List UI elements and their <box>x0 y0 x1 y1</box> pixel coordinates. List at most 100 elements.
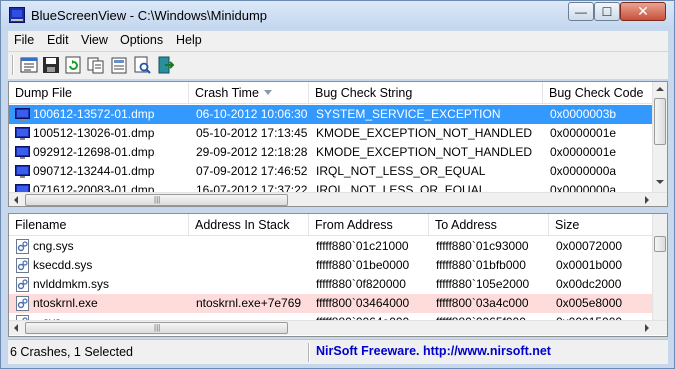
filename-cell: cng.sys <box>33 239 74 253</box>
module-list-hscroll-thumb[interactable]: ||| <box>25 322 288 334</box>
crash-row[interactable]: 090712-13244-01.dmp 07-09-2012 17:46:52 IR… <box>9 162 654 181</box>
crash-row[interactable]: 100612-13572-01.dmp 06-10-2012 10:06:30 SY… <box>9 105 654 124</box>
bug-check-code-cell: 0x0000001e <box>550 126 617 140</box>
dump-file-icon <box>15 165 30 178</box>
minimize-button[interactable]: — <box>568 2 594 21</box>
menu-edit[interactable]: Edit <box>47 33 69 47</box>
filename-cell: nvlddmkm.sys <box>33 277 110 291</box>
address-in-stack-cell <box>196 237 308 256</box>
module-list-header: Filename Address In Stack From Address T… <box>9 214 654 236</box>
module-list-vertical-scrollbar[interactable] <box>652 214 667 322</box>
title-bar[interactable]: BlueScreenView - C:\Windows\Minidump — ☐… <box>1 1 674 29</box>
size-cell: 0x00072000 <box>556 239 623 253</box>
properties-icon[interactable] <box>19 55 39 75</box>
window-title: BlueScreenView - C:\Windows\Minidump <box>31 8 268 23</box>
module-row[interactable]: cng.sys fffff880`01c21000 fffff880`01c9300… <box>9 237 654 256</box>
column-dump-file[interactable]: Dump File <box>9 82 189 104</box>
module-list[interactable]: Filename Address In Stack From Address T… <box>8 213 668 337</box>
module-row[interactable]: ksecdd.sys fffff880`01be0000 fffff880`01bf… <box>9 256 654 275</box>
from-address-cell: fffff880`0f820000 <box>316 277 406 291</box>
status-divider <box>308 343 310 362</box>
html-report-icon[interactable] <box>109 55 129 75</box>
toolbar <box>8 51 668 79</box>
filename-cell: ksecdd.sys <box>33 258 93 272</box>
menu-options[interactable]: Options <box>120 33 163 47</box>
driver-file-icon <box>16 296 29 311</box>
module-row[interactable]: ntoskrnl.exe ntoskrnl.exe+7e769 fffff800`0… <box>9 294 654 313</box>
dump-file-icon <box>15 146 30 159</box>
column-filename[interactable]: Filename <box>9 214 189 236</box>
bluescreen-app-icon <box>9 7 25 23</box>
module-list-horizontal-scrollbar[interactable]: ||| <box>9 320 667 335</box>
copy-icon[interactable] <box>86 55 106 75</box>
scroll-grip-icon: ||| <box>154 323 161 332</box>
dump-file-cell: 100612-13572-01.dmp <box>33 107 155 121</box>
to-address-cell: fffff880`01c93000 <box>436 239 529 253</box>
scroll-right-icon[interactable] <box>645 324 649 332</box>
crash-list-scroll-thumb[interactable] <box>654 98 666 145</box>
close-icon: ✕ <box>637 3 649 19</box>
scroll-left-icon[interactable] <box>14 196 18 204</box>
save-icon[interactable] <box>41 55 61 75</box>
bug-check-code-cell: 0x0000003b <box>550 107 617 121</box>
column-bug-check-code[interactable]: Bug Check Code <box>543 82 654 104</box>
exit-icon[interactable] <box>155 55 175 75</box>
find-icon[interactable] <box>132 55 152 75</box>
crash-list[interactable]: Dump File Crash Time Bug Check String Bu… <box>8 81 668 207</box>
filename-cell: ntoskrnl.exe <box>33 296 98 310</box>
crash-time-cell: 07-09-2012 17:46:52 <box>196 164 308 178</box>
minimize-icon: — <box>575 5 587 19</box>
bug-check-string-cell: IRQL_NOT_LESS_OR_EQUAL <box>316 164 486 178</box>
scroll-down-icon[interactable] <box>656 180 664 184</box>
close-button[interactable]: ✕ <box>620 2 666 21</box>
address-in-stack-cell: ntoskrnl.exe+7e769 <box>196 296 302 310</box>
maximize-button[interactable]: ☐ <box>594 2 620 21</box>
scroll-up-icon[interactable] <box>656 87 664 91</box>
bug-check-string-cell: KMODE_EXCEPTION_NOT_HANDLED <box>316 126 533 140</box>
menu-file[interactable]: File <box>14 33 34 47</box>
crash-time-cell: 29-09-2012 12:18:28 <box>196 145 308 159</box>
to-address-cell: fffff880`01bfb000 <box>436 258 526 272</box>
crash-time-cell: 06-10-2012 10:06:30 <box>196 107 308 121</box>
menu-view[interactable]: View <box>81 33 108 47</box>
to-address-cell: fffff880`105e2000 <box>436 277 530 291</box>
crash-row[interactable]: 100512-13026-01.dmp 05-10-2012 17:13:45 KM… <box>9 124 654 143</box>
nirsoft-link[interactable]: NirSoft Freeware. http://www.nirsoft.net <box>316 344 551 358</box>
crash-time-cell: 05-10-2012 17:13:45 <box>196 126 308 140</box>
scroll-left-icon[interactable] <box>14 324 18 332</box>
scroll-right-icon[interactable] <box>645 196 649 204</box>
dump-file-cell: 100512-13026-01.dmp <box>33 126 155 140</box>
size-cell: 0x00dc2000 <box>556 277 622 291</box>
bug-check-code-cell: 0x0000001e <box>550 145 617 159</box>
column-bug-check-string[interactable]: Bug Check String <box>309 82 543 104</box>
to-address-cell: fffff800`03a4c000 <box>436 296 529 310</box>
app-window: BlueScreenView - C:\Windows\Minidump — ☐… <box>0 0 675 369</box>
dump-file-icon <box>15 127 30 140</box>
column-to-address[interactable]: To Address <box>429 214 549 236</box>
sort-descending-icon <box>264 90 272 95</box>
crash-list-vertical-scrollbar[interactable] <box>652 82 667 192</box>
crash-row[interactable]: 092912-12698-01.dmp 29-09-2012 12:18:28 KM… <box>9 143 654 162</box>
column-crash-time-label: Crash Time <box>195 86 259 100</box>
from-address-cell: fffff880`01c21000 <box>316 239 409 253</box>
address-in-stack-cell <box>196 275 308 294</box>
dump-file-icon <box>15 108 30 121</box>
column-crash-time[interactable]: Crash Time <box>189 82 309 104</box>
column-from-address[interactable]: From Address <box>309 214 429 236</box>
driver-file-icon <box>16 258 29 273</box>
size-cell: 0x005e8000 <box>556 296 623 310</box>
driver-file-icon <box>16 277 29 292</box>
size-cell: 0x0001b000 <box>556 258 623 272</box>
crash-list-horizontal-scrollbar[interactable]: ||| <box>9 192 667 206</box>
bug-check-string-cell: KMODE_EXCEPTION_NOT_HANDLED <box>316 145 533 159</box>
module-row[interactable]: nvlddmkm.sys fffff880`0f820000 fffff880`10… <box>9 275 654 294</box>
dump-file-cell: 092912-12698-01.dmp <box>33 145 155 159</box>
module-list-scroll-thumb[interactable] <box>654 236 666 252</box>
driver-file-icon <box>16 239 29 254</box>
refresh-icon[interactable] <box>63 55 83 75</box>
crash-list-hscroll-thumb[interactable]: ||| <box>25 194 288 206</box>
bug-check-string-cell: SYSTEM_SERVICE_EXCEPTION <box>316 107 501 121</box>
column-size[interactable]: Size <box>549 214 654 236</box>
column-address-in-stack[interactable]: Address In Stack <box>189 214 309 236</box>
menu-help[interactable]: Help <box>176 33 202 47</box>
